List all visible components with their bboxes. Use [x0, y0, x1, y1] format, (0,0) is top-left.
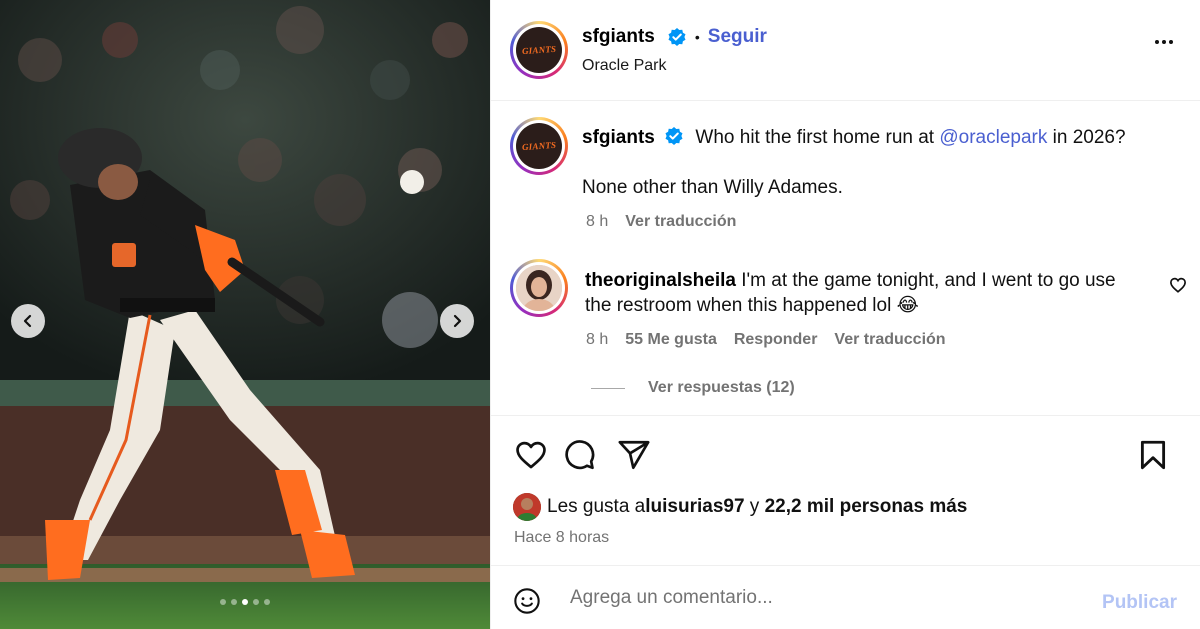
caption-author-avatar[interactable]: GIANTS: [510, 117, 568, 175]
carousel-dot: [231, 599, 237, 605]
add-comment-bar: Publicar: [491, 565, 1200, 629]
like-heart-icon[interactable]: [514, 438, 548, 472]
publish-button[interactable]: Publicar: [1102, 592, 1177, 614]
save-bookmark-icon[interactable]: [1136, 438, 1170, 472]
caption-avatar-logo-text: GIANTS: [521, 139, 557, 153]
commenter-photo: [516, 265, 562, 311]
carousel-prev-button[interactable]: [11, 304, 45, 338]
comment-text: theoriginalsheila I'm at the game tonigh…: [585, 268, 1145, 318]
post-panel: GIANTS sfgiants • Seguir Oracle Park GIA…: [490, 0, 1200, 629]
comment-reply-button[interactable]: Responder: [734, 331, 818, 349]
carousel-dots: [0, 599, 490, 605]
more-options-icon[interactable]: [1155, 40, 1173, 44]
liker-avatar[interactable]: [513, 493, 541, 521]
view-replies-label: Ver respuestas (12): [648, 379, 795, 396]
share-paper-plane-icon[interactable]: [617, 438, 651, 472]
liker-photo: [513, 493, 541, 521]
verified-badge-icon: [668, 28, 686, 46]
post-photo: [0, 0, 490, 629]
post-location[interactable]: Oracle Park: [582, 57, 666, 75]
caption-line-2: None other than Willy Adames.: [582, 177, 843, 198]
post-header: GIANTS sfgiants • Seguir Oracle Park: [491, 0, 1200, 101]
follow-button[interactable]: Seguir: [708, 26, 767, 48]
likes-prefix: Les gusta a: [547, 496, 646, 517]
replies-divider: [591, 387, 625, 389]
baseball-photo: [0, 0, 490, 629]
caption-meta: 8 h Ver traducción: [586, 213, 736, 231]
caption-text: sfgiants Who hit the first home run at @…: [582, 126, 1126, 150]
post-time-ago[interactable]: Hace 8 horas: [514, 529, 609, 547]
chevron-right-icon: [453, 314, 462, 328]
comment-time: 8 h: [586, 331, 609, 348]
commenter-avatar[interactable]: [510, 259, 568, 317]
comment-input[interactable]: [570, 584, 1070, 612]
caption-translate-link[interactable]: Ver traducción: [625, 213, 736, 231]
comment-bubble-icon[interactable]: [562, 438, 596, 472]
caption-time: 8 h: [586, 213, 609, 230]
caption-mention-link[interactable]: @oraclepark: [939, 127, 1047, 148]
caption-text-start: Who hit the first home run at: [695, 127, 940, 148]
caption-username[interactable]: sfgiants: [582, 127, 655, 148]
comment-translate-link[interactable]: Ver traducción: [834, 331, 945, 349]
carousel-dot: [220, 599, 226, 605]
comment-like-heart-icon[interactable]: [1169, 276, 1187, 294]
instagram-post-view: GIANTS sfgiants • Seguir Oracle Park GIA…: [0, 0, 1200, 629]
author-avatar[interactable]: GIANTS: [510, 21, 568, 79]
carousel-dot: [264, 599, 270, 605]
carousel-dot: [242, 599, 248, 605]
emoji-smiley-icon[interactable]: [513, 587, 541, 615]
comment-meta: 8 h 55 Me gusta Responder Ver traducción: [586, 331, 946, 349]
comment-username[interactable]: theoriginalsheila: [585, 270, 736, 291]
verified-badge-icon: [665, 127, 683, 145]
likes-others-link[interactable]: 22,2 mil personas más: [765, 496, 968, 518]
carousel-next-button[interactable]: [440, 304, 474, 338]
comment-likes-count[interactable]: 55 Me gusta: [625, 331, 717, 349]
likes-user-link[interactable]: luisurias97: [645, 496, 744, 518]
likes-middle: y: [744, 496, 765, 517]
post-actions: Les gusta a luisurias97 y 22,2 mil perso…: [491, 415, 1200, 565]
avatar-logo-text: GIANTS: [521, 43, 557, 57]
header-separator: •: [694, 29, 700, 45]
author-username[interactable]: sfgiants: [582, 26, 655, 48]
caption-text-end: in 2026?: [1047, 127, 1126, 148]
carousel-dot: [253, 599, 259, 605]
likes-summary: Les gusta a luisurias97 y 22,2 mil perso…: [513, 493, 967, 521]
chevron-left-icon: [23, 314, 32, 328]
view-replies-button[interactable]: Ver respuestas (12): [591, 379, 795, 397]
